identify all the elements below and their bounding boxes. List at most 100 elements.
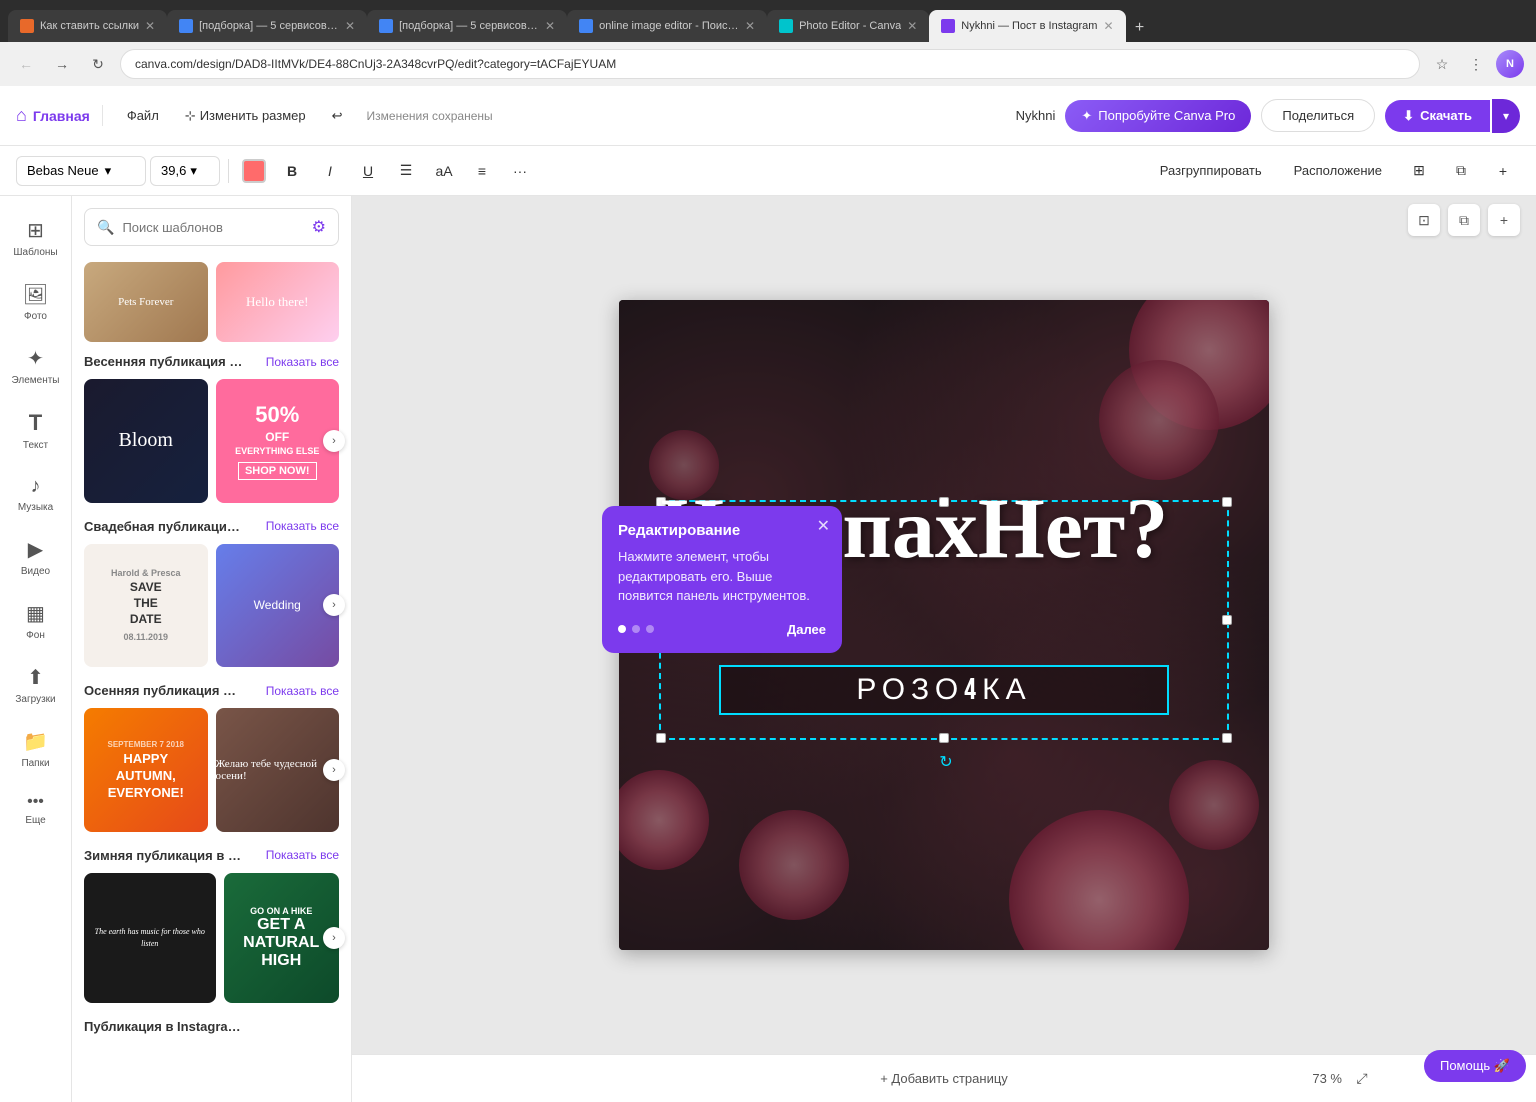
folders-label: Папки (21, 758, 49, 769)
filter-icon[interactable]: ⚙ (312, 217, 326, 237)
template-card-hike[interactable]: GO ON A HIKE GET A NATURAL HIGH (224, 873, 340, 1003)
template-card-pets[interactable]: Pets Forever (84, 262, 208, 342)
text-icon: T (29, 410, 42, 436)
font-name-display: Bebas Neue (27, 163, 99, 178)
pub-section-header: Публикация в Instagram н... (84, 1019, 339, 1034)
sidebar-item-photos[interactable]: 🖼 Фото (4, 272, 68, 332)
text-label: Текст (23, 440, 48, 451)
font-selector[interactable]: Bebas Neue ▾ (16, 156, 146, 186)
template-card-autumn2[interactable]: Желаю тебе чудесной осени! (216, 708, 340, 832)
browser-tab-5[interactable]: Photo Editor - Canva ✕ (767, 10, 929, 42)
spring-next-arrow[interactable]: › (323, 430, 345, 452)
template-card-wedding2[interactable]: Wedding (216, 544, 340, 668)
add-element-button[interactable]: + (1486, 154, 1520, 188)
sidebar-item-music[interactable]: ♪ Музыка (4, 465, 68, 523)
add-page-button[interactable]: + (1488, 204, 1520, 236)
sidebar-item-elements[interactable]: ✦ Элементы (4, 336, 68, 396)
music-label: Музыка (18, 502, 53, 513)
list-button[interactable]: ≡ (465, 154, 499, 188)
spring-show-all[interactable]: Показать все (266, 355, 339, 369)
template-card-earth[interactable]: The earth has music for those who listen (84, 873, 216, 1003)
winter-next-arrow[interactable]: › (323, 927, 345, 949)
underline-button[interactable]: U (351, 154, 385, 188)
tab-close-6[interactable]: ✕ (1103, 19, 1113, 33)
tab-close-3[interactable]: ✕ (545, 19, 555, 33)
canvas-top-actions: ⊡ ⧉ + (1408, 204, 1520, 236)
browser-tab-6[interactable]: Nykhni — Пост в Instagram ✕ (929, 10, 1125, 42)
browser-tab-2[interactable]: [подборка] — 5 сервисов дл... ✕ (167, 10, 367, 42)
autumn-show-all[interactable]: Показать все (266, 684, 339, 698)
resize-menu-item[interactable]: ⊹ Изменить размер (173, 102, 318, 130)
position-button[interactable]: Расположение (1282, 157, 1394, 184)
case-button[interactable]: aA (427, 154, 461, 188)
align-button[interactable]: ☰ (389, 154, 423, 188)
browser-tab-3[interactable]: [подборка] — 5 сервисов д... ✕ (367, 10, 567, 42)
wedding-next-arrow[interactable]: › (323, 594, 345, 616)
template-card-hello[interactable]: Hello there! (216, 262, 340, 342)
forward-button[interactable]: → (48, 50, 76, 78)
sidebar-item-templates[interactable]: ⊞ Шаблоны (4, 208, 68, 268)
tab-close-5[interactable]: ✕ (907, 19, 917, 33)
font-size-selector[interactable]: 39,6 ▾ (150, 156, 220, 186)
sidebar-item-text[interactable]: T Текст (4, 400, 68, 461)
background-icon: ▦ (26, 601, 45, 626)
zoom-value-display: 73 % (1312, 1071, 1342, 1086)
star-icon: ✦ (1081, 108, 1092, 124)
zoom-expand-button[interactable]: ⤢ (1348, 1065, 1376, 1093)
sidebar-item-uploads[interactable]: ⬆ Загрузки (4, 655, 68, 715)
tooltip-close-button[interactable]: ✕ (817, 516, 830, 536)
autumn-next-arrow[interactable]: › (323, 759, 345, 781)
template-search-box[interactable]: 🔍 ⚙ (84, 208, 339, 246)
sub-text-element[interactable]: РОЗО4КА (719, 665, 1169, 715)
bold-button[interactable]: B (275, 154, 309, 188)
sidebar-item-background[interactable]: ▦ Фон (4, 591, 68, 651)
template-card-bloom[interactable]: Bloom (84, 379, 208, 503)
rotate-handle[interactable]: ↻ (934, 750, 958, 774)
template-card-autumn1[interactable]: SEPTEMBER 7 2018 HAPPY AUTUMN, EVERYONE! (84, 708, 208, 832)
wedding-show-all[interactable]: Показать все (266, 519, 339, 533)
file-menu-item[interactable]: Файл (115, 102, 171, 129)
template-card-save-date[interactable]: Harold & Presca SAVE THE DATE 08.11.2019 (84, 544, 208, 668)
tab-close-1[interactable]: ✕ (145, 19, 155, 33)
spring-section-header: Весенняя публикация в Inst... Показать в… (84, 354, 339, 369)
sidebar-item-more[interactable]: ••• Еще (4, 783, 68, 836)
bookmark-icon[interactable]: ☆ (1428, 50, 1456, 78)
share-button[interactable]: Поделиться (1261, 99, 1375, 132)
template-card-50off[interactable]: 50% OFF EVERYTHING ELSE SHOP NOW! (216, 379, 340, 503)
duplicate-page-button[interactable]: ⧉ (1448, 204, 1480, 236)
refresh-button[interactable]: ↻ (84, 50, 112, 78)
more-options-button[interactable]: ··· (503, 154, 537, 188)
settings-icon[interactable]: ⋮ (1462, 50, 1490, 78)
canva-logo[interactable]: ⌂ Главная (16, 105, 103, 126)
home-label[interactable]: Главная (33, 108, 90, 124)
italic-button[interactable]: I (313, 154, 347, 188)
download-button[interactable]: ⬇ Скачать (1385, 100, 1490, 132)
canvapro-button[interactable]: ✦ Попробуйте Canva Pro (1065, 100, 1251, 132)
sidebar-item-folders[interactable]: 📁 Папки (4, 719, 68, 779)
sidebar-item-video[interactable]: ▶ Видео (4, 527, 68, 587)
search-input[interactable] (122, 220, 303, 235)
tooltip-next-button[interactable]: Далее (787, 622, 826, 637)
tab-close-4[interactable]: ✕ (745, 19, 755, 33)
help-button[interactable]: Помощь 🚀 (1424, 1050, 1526, 1082)
top-toolbar: ⌂ Главная Файл ⊹ Изменить размер ↩ Измен… (0, 86, 1536, 146)
text-color-button[interactable] (237, 154, 271, 188)
winter-show-all[interactable]: Показать все (266, 848, 339, 862)
photos-icon: 🖼 (23, 282, 48, 307)
profile-avatar[interactable]: N (1496, 50, 1524, 78)
new-tab-button[interactable]: + (1126, 14, 1154, 42)
autumn-section-title: Осенняя публикация в Ins... (84, 683, 244, 698)
tab-close-2[interactable]: ✕ (345, 19, 355, 33)
copy-button[interactable]: ⧉ (1444, 154, 1478, 188)
browser-tab-4[interactable]: online image editor - Поиск в... ✕ (567, 10, 767, 42)
add-page-button-label[interactable]: + Добавить страницу (880, 1071, 1008, 1086)
grid-view-button[interactable]: ⊞ (1402, 154, 1436, 188)
expand-canvas-button[interactable]: ⊡ (1408, 204, 1440, 236)
ungroup-button[interactable]: Разгруппировать (1148, 157, 1274, 184)
canvas-wrapper: ⊡ ⧉ + (352, 196, 1536, 1054)
back-button[interactable]: ← (12, 50, 40, 78)
address-input[interactable] (120, 49, 1420, 79)
browser-tab-1[interactable]: Как ставить ссылки ✕ (8, 10, 167, 42)
undo-button[interactable]: ↩ (320, 102, 355, 130)
download-arrow-button[interactable]: ▾ (1492, 99, 1520, 133)
